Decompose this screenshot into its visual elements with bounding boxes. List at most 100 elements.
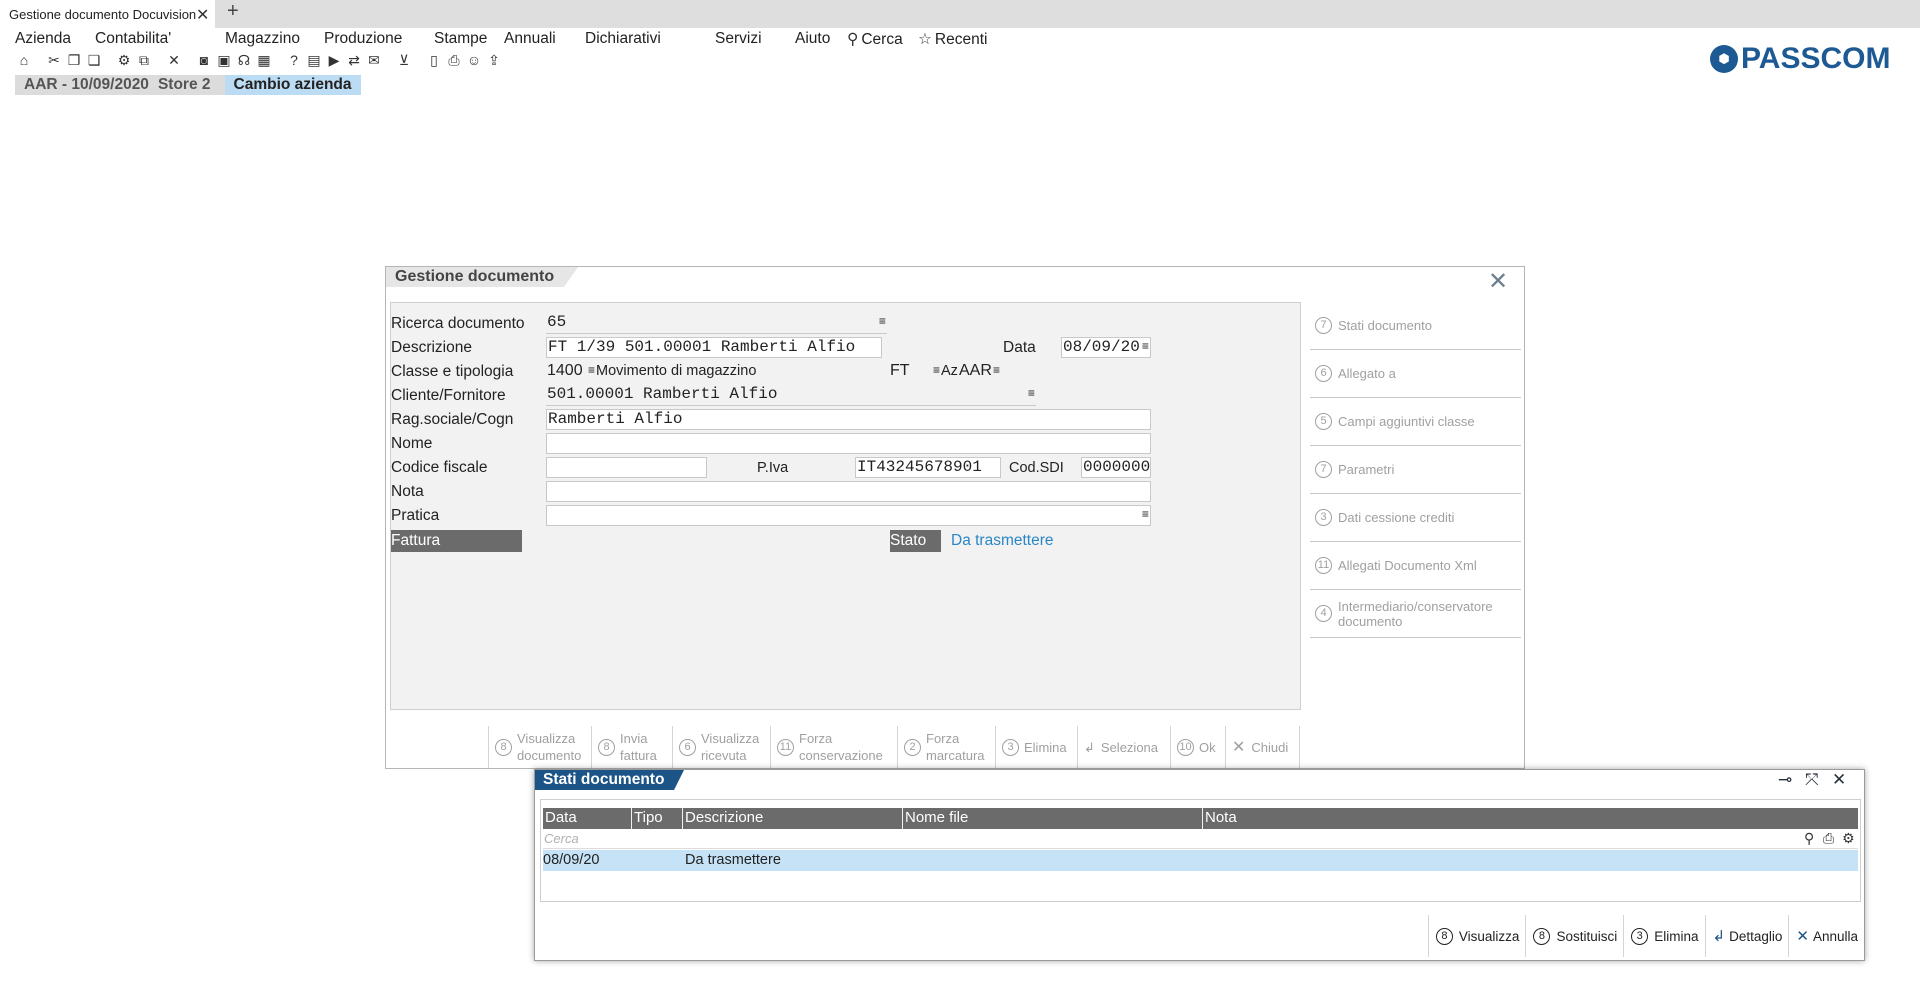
visualizza-ricevuta-button[interactable]: 6 Visualizza ricevuta — [672, 726, 770, 768]
printer-icon[interactable]: ⎙ — [1823, 830, 1834, 847]
export-icon[interactable]: ⇪ — [486, 52, 502, 69]
change-company-button[interactable]: Cambio azienda — [224, 75, 361, 95]
scissors-icon[interactable]: ✂ — [46, 52, 62, 69]
dettaglio-button[interactable]: ↲ Dettaglio — [1704, 915, 1789, 957]
name-field[interactable] — [546, 433, 1151, 454]
pin-icon[interactable]: ⊸ — [1778, 770, 1792, 790]
note-field[interactable] — [546, 481, 1151, 502]
list-icon[interactable]: ≡ — [1028, 385, 1035, 404]
menu-aiuto[interactable]: Aiuto — [795, 30, 830, 48]
column-tipo[interactable]: Tipo — [632, 808, 683, 829]
menu-annuali[interactable]: Annuali — [504, 30, 556, 48]
share-icon[interactable]: ⇄ — [346, 52, 362, 69]
description-field[interactable]: FT 1/39 501.00001 Ramberti Alfio — [546, 337, 882, 358]
gear-icon[interactable]: ⚙ — [1842, 830, 1855, 847]
logo-text: PASSCOM — [1741, 42, 1891, 75]
video-icon[interactable]: ▶ — [326, 52, 342, 69]
elimina-button[interactable]: 3 Elimina — [1623, 915, 1704, 957]
menu-contabilita[interactable]: Contabilita' — [95, 30, 171, 48]
menu-magazzino[interactable]: Magazzino — [225, 30, 300, 48]
class-field[interactable]: 1400 ≡ — [546, 361, 596, 382]
annulla-button[interactable]: ✕ Annulla — [1788, 915, 1864, 957]
help-icon[interactable]: ? — [286, 52, 302, 68]
table-row[interactable]: 08/09/20 Da trasmettere — [543, 850, 1858, 871]
key-badge: 8 — [495, 738, 512, 756]
doc-icon[interactable]: ▤ — [306, 52, 322, 69]
search-icon[interactable]: ⚲ — [1804, 830, 1814, 847]
az-field[interactable]: AAR ≡ — [958, 361, 1001, 382]
column-nota[interactable]: Nota — [1203, 808, 1858, 829]
visualizza-documento-button[interactable]: 8 Visualizza documento — [488, 726, 591, 768]
menu-stampe[interactable]: Stampe — [434, 30, 487, 48]
list-icon[interactable]: ≡ — [1142, 338, 1149, 357]
date-field[interactable]: 08/09/20 ≡ — [1061, 337, 1151, 358]
new-tab-icon[interactable]: + — [227, 0, 239, 23]
menu-azienda[interactable]: Azienda — [15, 30, 71, 48]
list-icon[interactable]: ≡ — [879, 313, 886, 332]
column-descrizione[interactable]: Descrizione — [683, 808, 903, 829]
company-name[interactable]: AAR - 10/09/2020 — [15, 75, 158, 95]
menu-servizi[interactable]: Servizi — [715, 30, 762, 48]
ok-button[interactable]: 10 Ok — [1170, 726, 1225, 768]
close-icon[interactable]: ✕ — [196, 5, 209, 25]
date-value: 08/09/20 — [1063, 338, 1140, 356]
warehouse-move-field[interactable]: FT ≡ — [889, 361, 941, 382]
camera-icon[interactable]: ◙ — [196, 52, 212, 68]
image-icon[interactable]: ▣ — [216, 52, 232, 69]
side-action-cessione-crediti[interactable]: 3 Dati cessione crediti — [1310, 494, 1521, 542]
list-icon[interactable]: ≡ — [933, 361, 940, 380]
paste-icon[interactable]: ❏ — [86, 52, 102, 69]
company-name-field[interactable]: Ramberti Alfio — [546, 409, 1151, 430]
home-icon[interactable]: ⌂ — [16, 52, 32, 68]
invia-fattura-button[interactable]: 8 Invia fattura — [591, 726, 672, 768]
enter-icon: ↲ — [1084, 739, 1095, 755]
column-nome-file[interactable]: Nome file — [903, 808, 1203, 829]
column-data[interactable]: Data — [543, 808, 632, 829]
close-windows-icon[interactable]: ✕ — [166, 52, 182, 69]
collapse-icon[interactable]: ⤧ — [1805, 770, 1819, 790]
search-doc-field[interactable]: 65 ≡ — [546, 313, 887, 334]
side-action-stati-documento[interactable]: 7 Stati documento — [1310, 302, 1521, 350]
chat-icon[interactable]: ✉ — [366, 52, 382, 69]
chiudi-button[interactable]: ✕ Chiudi — [1225, 726, 1300, 768]
grid-search-input[interactable]: Cerca ⚲ ⎙ ⚙ — [543, 829, 1858, 849]
button-label: Elimina — [1654, 928, 1699, 944]
menu-produzione[interactable]: Produzione — [324, 30, 402, 48]
menu-recenti[interactable]: ☆ Recenti — [918, 30, 987, 49]
vat-field[interactable]: IT43245678901 — [855, 457, 1001, 478]
side-action-parametri[interactable]: 7 Parametri — [1310, 446, 1521, 494]
browser-tab[interactable]: Gestione documento Docuvision ✕ — [0, 0, 215, 28]
tools-icon[interactable]: ⚙ — [116, 52, 132, 69]
calculator-icon[interactable]: ▦ — [256, 52, 272, 69]
store-name[interactable]: Store 2 — [157, 75, 225, 95]
seleziona-button[interactable]: ↲ Seleziona — [1077, 726, 1170, 768]
sdi-label: Cod.SDI — [1009, 460, 1064, 476]
practice-field[interactable]: ≡ — [546, 505, 1151, 526]
cart-icon[interactable]: ⊻ — [396, 52, 412, 69]
visualizza-button[interactable]: 8 Visualizza — [1427, 915, 1526, 957]
sdi-field[interactable]: 0000000 — [1081, 457, 1151, 478]
users-icon[interactable]: ☺ — [466, 52, 482, 68]
elimina-button[interactable]: 3 Elimina — [995, 726, 1077, 768]
file-icon[interactable]: ▯ — [426, 52, 442, 69]
side-action-intermediario[interactable]: 4 Intermediario/conservatore documento — [1310, 590, 1521, 638]
customer-field[interactable]: 501.00001 Ramberti Alfio ≡ — [546, 385, 1036, 406]
menu-dichiarativi[interactable]: Dichiarativi — [585, 30, 661, 48]
printer-icon[interactable]: ⎙ — [446, 52, 462, 69]
side-action-allegati-xml[interactable]: 11 Allegati Documento Xml — [1310, 542, 1521, 590]
sostituisci-button[interactable]: 8 Sostituisci — [1525, 915, 1623, 957]
close-icon[interactable]: ✕ — [1488, 267, 1508, 296]
forza-marcatura-button[interactable]: 2 Forza marcatura — [897, 726, 995, 768]
tax-code-field[interactable] — [546, 457, 707, 478]
side-action-campi-aggiuntivi[interactable]: 5 Campi aggiuntivi classe — [1310, 398, 1521, 446]
copy-icon[interactable]: ❐ — [66, 52, 82, 69]
forza-conservazione-button[interactable]: 11 Forza conservazione — [770, 726, 897, 768]
headset-icon[interactable]: ☊ — [236, 52, 252, 69]
list-icon[interactable]: ≡ — [588, 361, 595, 380]
menu-cerca[interactable]: ⚲ Cerca — [847, 30, 903, 49]
window-icon[interactable]: ⧉ — [136, 52, 152, 69]
list-icon[interactable]: ≡ — [1142, 506, 1149, 525]
list-icon[interactable]: ≡ — [993, 361, 1000, 380]
side-action-allegato[interactable]: 6 Allegato a — [1310, 350, 1521, 398]
close-icon[interactable]: ✕ — [1832, 770, 1846, 790]
